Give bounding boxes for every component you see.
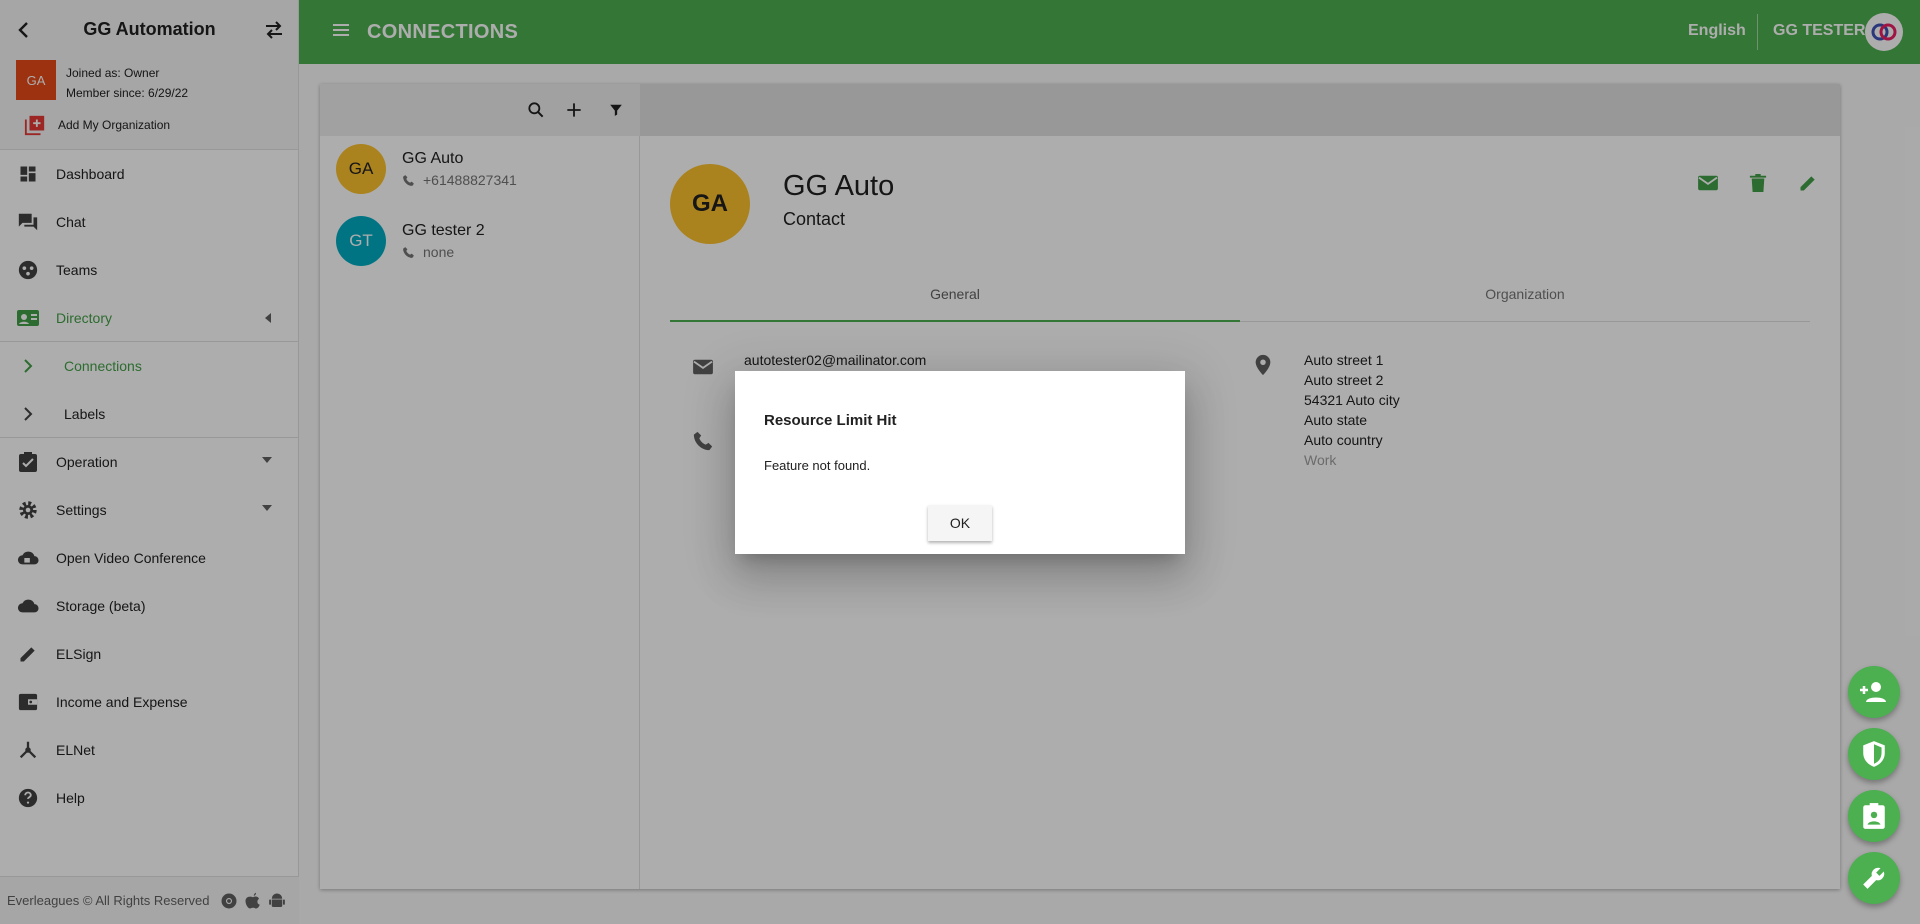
contact-clipboard-fab[interactable] bbox=[1848, 790, 1900, 842]
shield-icon bbox=[1863, 741, 1885, 767]
security-fab[interactable] bbox=[1848, 728, 1900, 780]
dialog-title: Resource Limit Hit bbox=[764, 412, 897, 429]
resource-limit-dialog: Resource Limit Hit Feature not found. OK bbox=[735, 371, 1185, 554]
wrench-icon bbox=[1863, 867, 1885, 889]
add-person-fab[interactable] bbox=[1848, 666, 1900, 718]
contact-clipboard-icon bbox=[1863, 803, 1885, 829]
ok-button[interactable]: OK bbox=[928, 505, 992, 541]
dialog-message: Feature not found. bbox=[764, 458, 871, 473]
person-add-icon bbox=[1860, 682, 1886, 702]
tools-fab[interactable] bbox=[1848, 852, 1900, 904]
